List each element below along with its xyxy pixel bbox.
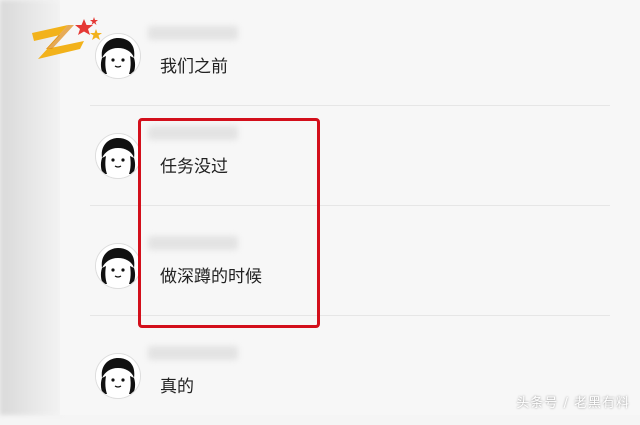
sender-name-blurred: [148, 26, 238, 40]
cartoon-avatar-icon: [96, 354, 140, 398]
message-text: 我们之前: [160, 57, 228, 77]
message-text: 真的: [160, 377, 194, 397]
channel-logo-icon: [32, 17, 102, 59]
watermark-text: 头条号 / 老黑有料: [516, 396, 630, 411]
avatar[interactable]: [95, 353, 141, 399]
sender-name-blurred: [148, 346, 238, 360]
chat-message: 我们之前: [90, 10, 610, 106]
avatar[interactable]: [95, 243, 141, 289]
cartoon-avatar-icon: [96, 134, 140, 178]
cartoon-avatar-icon: [96, 244, 140, 288]
avatar[interactable]: [95, 133, 141, 179]
highlight-box: [138, 118, 320, 328]
